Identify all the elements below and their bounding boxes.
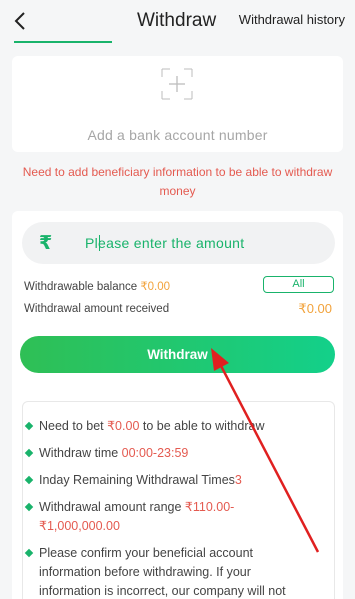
amount-field[interactable]: ₹ <box>22 222 335 264</box>
note-text: Withdrawal amount range <box>39 500 185 514</box>
withdrawable-balance-value: ₹0.00 <box>140 281 171 293</box>
add-bank-account-card[interactable]: Add a bank account number <box>12 56 343 152</box>
withdraw-notes: Need to bet ₹0.00 to be able to withdraw… <box>22 401 335 599</box>
note-confirm-beneficiary: Please confirm your beneficial account i… <box>24 544 319 599</box>
note-text: Withdraw time <box>39 446 122 460</box>
bullet-diamond-icon <box>24 548 34 558</box>
bullet-diamond-icon <box>24 502 34 512</box>
note-value: ₹1,000,000.00 <box>39 519 120 533</box>
note-amount-range: Withdrawal amount range ₹110.00- ₹1,000,… <box>24 498 319 536</box>
withdraw-card: ₹ Withdrawable balance ₹0.00 All Withdra… <box>12 211 343 599</box>
back-button[interactable] <box>10 8 32 34</box>
rupee-icon: ₹ <box>39 233 53 254</box>
note-text: Inday Remaining Withdrawal Times <box>39 473 235 487</box>
top-bar: Withdraw Withdrawal history <box>0 0 355 44</box>
withdrawal-received-value: ₹0.00 <box>298 301 332 316</box>
withdraw-button[interactable]: Withdraw <box>20 336 335 373</box>
add-bank-account-label: Add a bank account number <box>87 127 268 143</box>
note-bet-requirement: Need to bet ₹0.00 to be able to withdraw <box>24 417 319 436</box>
page-title: Withdraw <box>137 10 217 31</box>
note-value: ₹0.00 <box>107 419 140 433</box>
note-text: Please confirm your beneficial account <box>39 546 254 560</box>
all-button[interactable]: All <box>263 276 334 293</box>
note-value: 3 <box>234 473 242 487</box>
withdrawable-balance-row: Withdrawable balance ₹0.00 <box>24 279 170 293</box>
beneficiary-warning: Need to add beneficiary information to b… <box>22 165 333 198</box>
note-text: information is incorrect, our company wi… <box>39 584 286 598</box>
withdrawal-received-label: Withdrawal amount received <box>24 303 170 315</box>
add-plus-icon <box>161 68 193 100</box>
bullet-diamond-icon <box>24 421 34 431</box>
bullet-diamond-icon <box>24 475 34 485</box>
note-text: information before withdrawing. If your <box>39 565 251 579</box>
note-text: to be able to withdraw <box>139 419 265 433</box>
withdrawal-history-link[interactable]: Withdrawal history <box>239 12 345 27</box>
amount-input[interactable] <box>85 222 325 264</box>
note-value: 00:00-23:59 <box>121 446 189 460</box>
bullet-diamond-icon <box>24 448 34 458</box>
chevron-left-icon <box>14 12 25 30</box>
note-remaining-times: Inday Remaining Withdrawal Times3 <box>24 471 319 490</box>
tab-indicator <box>14 41 112 43</box>
note-withdraw-time: Withdraw time 00:00-23:59 <box>24 444 319 463</box>
note-value: ₹110.00- <box>184 500 235 514</box>
note-text: Need to bet <box>39 419 108 433</box>
withdrawable-balance-label: Withdrawable balance <box>24 281 141 293</box>
